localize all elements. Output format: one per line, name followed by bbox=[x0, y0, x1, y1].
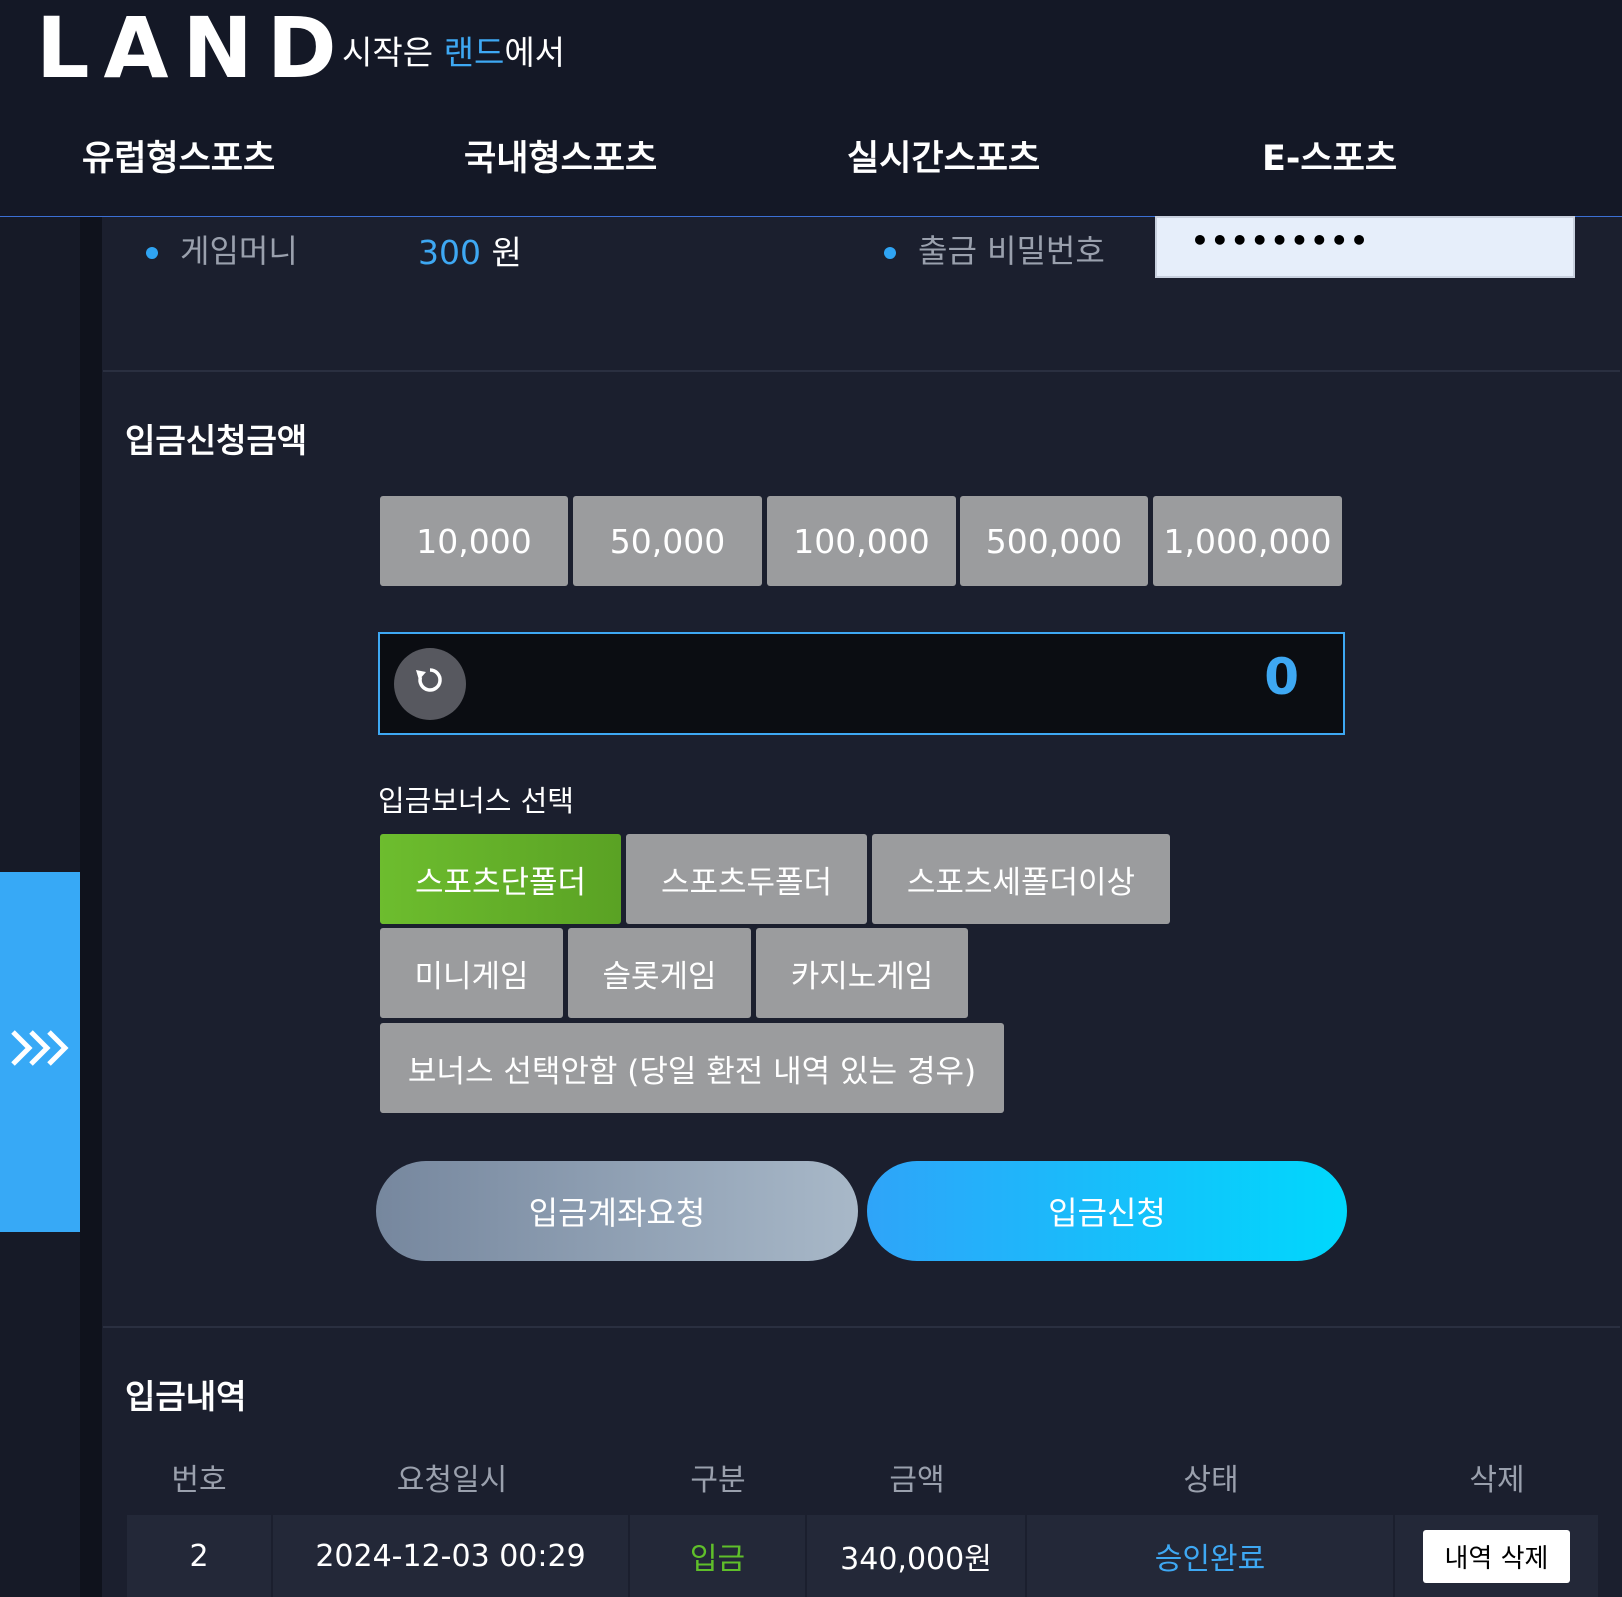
deposit-amount-value: 0 bbox=[1264, 648, 1299, 706]
nav-european-sports[interactable]: 유럽형스포츠 bbox=[82, 130, 275, 181]
game-money-label: 게임머니 bbox=[180, 232, 298, 270]
amount-button-100000[interactable]: 100,000 bbox=[767, 496, 956, 586]
nav-domestic-sports[interactable]: 국내형스포츠 bbox=[464, 130, 657, 181]
bullet-dot bbox=[884, 247, 896, 259]
row-status: 승인완료 bbox=[1027, 1515, 1395, 1597]
game-money-unit: 원 bbox=[481, 233, 522, 272]
left-sidebar-edge bbox=[80, 217, 102, 1597]
amount-button-10000[interactable]: 10,000 bbox=[380, 496, 568, 586]
column-header-delete: 삭제 bbox=[1469, 1463, 1525, 1498]
triple-chevron-right-icon bbox=[9, 1025, 71, 1079]
nav-live-sports[interactable]: 실시간스포츠 bbox=[847, 130, 1040, 181]
amount-button-1000000[interactable]: 1,000,000 bbox=[1153, 496, 1342, 586]
row-delete-cell: 내역 삭제 bbox=[1395, 1515, 1598, 1597]
game-money-label-wrap: 게임머니 bbox=[146, 226, 298, 272]
row-number: 2 bbox=[127, 1515, 273, 1597]
row-datetime: 2024-12-03 00:29 bbox=[273, 1515, 630, 1597]
deposit-amount-title: 입금신청금액 bbox=[125, 421, 308, 460]
column-header-number: 번호 bbox=[171, 1463, 227, 1498]
column-header-type: 구분 bbox=[690, 1463, 746, 1498]
main-nav: 유럽형스포츠 국내형스포츠 실시간스포츠 E-스포츠 bbox=[0, 130, 1622, 194]
withdraw-password-label-wrap: 출금 비밀번호 bbox=[884, 226, 1105, 272]
logo-text: LAND bbox=[36, 0, 351, 97]
deposit-amount-input[interactable]: 0 bbox=[378, 632, 1345, 735]
bonus-casino-game[interactable]: 카지노게임 bbox=[756, 928, 968, 1018]
sidebar-toggle-button[interactable] bbox=[0, 872, 80, 1232]
tagline-post: 에서 bbox=[504, 33, 566, 72]
account-request-button[interactable]: 입금계좌요청 bbox=[376, 1161, 858, 1261]
amount-button-500000[interactable]: 500,000 bbox=[960, 496, 1148, 586]
reset-amount-button[interactable] bbox=[394, 648, 466, 720]
row-amount: 340,000원 bbox=[807, 1515, 1027, 1597]
bonus-sports-single[interactable]: 스포츠단폴더 bbox=[380, 834, 621, 924]
delete-history-button[interactable]: 내역 삭제 bbox=[1422, 1529, 1571, 1583]
nav-esports[interactable]: E-스포츠 bbox=[1262, 130, 1397, 181]
row-type: 입금 bbox=[630, 1515, 807, 1597]
tagline-highlight: 랜드 bbox=[443, 33, 505, 72]
column-header-amount: 금액 bbox=[889, 1463, 945, 1498]
deposit-submit-button[interactable]: 입금신청 bbox=[867, 1161, 1347, 1261]
header: LAND 시작은 랜드에서 유럽형스포츠 국내형스포츠 실시간스포츠 E-스포츠 bbox=[0, 0, 1622, 217]
bonus-select-label: 입금보너스 선택 bbox=[378, 784, 574, 818]
column-header-status: 상태 bbox=[1183, 1463, 1239, 1498]
bullet-dot bbox=[146, 247, 158, 259]
tagline: 시작은 랜드에서 bbox=[342, 26, 565, 74]
deposit-history-title: 입금내역 bbox=[125, 1377, 247, 1416]
logo[interactable]: LAND bbox=[36, 6, 351, 90]
column-header-datetime: 요청일시 bbox=[396, 1463, 508, 1498]
section-divider bbox=[103, 370, 1620, 372]
refresh-icon bbox=[414, 664, 446, 705]
amount-button-50000[interactable]: 50,000 bbox=[573, 496, 762, 586]
withdraw-password-input[interactable]: ••••••••• bbox=[1155, 216, 1575, 278]
bonus-none[interactable]: 보너스 선택안함 (당일 환전 내역 있는 경우) bbox=[380, 1023, 1004, 1113]
table-row: 2 2024-12-03 00:29 입금 340,000원 승인완료 내역 삭… bbox=[127, 1515, 1598, 1597]
game-money-number: 300 bbox=[418, 233, 481, 272]
withdraw-password-label: 출금 비밀번호 bbox=[918, 232, 1105, 270]
tagline-pre: 시작은 bbox=[342, 33, 444, 72]
game-money-value: 300 원 bbox=[418, 226, 522, 274]
bonus-mini-game[interactable]: 미니게임 bbox=[380, 928, 563, 1018]
section-divider bbox=[103, 1326, 1620, 1328]
bonus-sports-double[interactable]: 스포츠두폴더 bbox=[626, 834, 867, 924]
bonus-sports-triple-plus[interactable]: 스포츠세폴더이상 bbox=[872, 834, 1170, 924]
bonus-slot-game[interactable]: 슬롯게임 bbox=[568, 928, 751, 1018]
